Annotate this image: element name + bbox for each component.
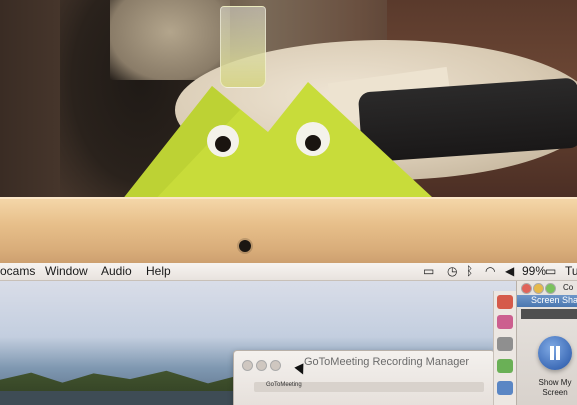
wifi-icon[interactable]: ◠	[485, 264, 495, 278]
airplay-icon[interactable]: ▭	[423, 264, 434, 278]
panel-title-partial: Co	[563, 283, 574, 292]
webcam-button-icon[interactable]	[497, 337, 513, 351]
window-title: GoToMeeting Recording Manager	[304, 356, 470, 368]
mic-icon[interactable]	[497, 315, 513, 329]
gotomeeting-sidebar	[493, 291, 516, 405]
menu-item-help[interactable]: Help	[146, 264, 171, 278]
paper-frog	[118, 82, 432, 205]
menu-item-window[interactable]: Window	[45, 264, 88, 278]
pause-icon-bar-left	[550, 346, 554, 360]
volume-icon[interactable]: ◀	[505, 264, 514, 278]
laptop-bezel	[0, 197, 577, 271]
panel-strip	[521, 309, 577, 319]
laptop-screen: ocams Window Audio Help ▭ ◷ ᛒ ◠ ◀ 99% ▭ …	[0, 263, 577, 405]
webcam-icon	[239, 240, 251, 252]
close-button[interactable]	[242, 360, 253, 371]
battery-level[interactable]: 99%	[522, 264, 546, 278]
chat-icon[interactable]	[497, 359, 513, 373]
clock[interactable]: Tu	[565, 264, 577, 278]
panel-minimize-button[interactable]	[533, 283, 544, 294]
info-icon[interactable]	[497, 381, 513, 395]
menu-bar: ocams Window Audio Help ▭ ◷ ᛒ ◠ ◀ 99% ▭ …	[0, 263, 577, 281]
panel-zoom-button[interactable]	[545, 283, 556, 294]
pause-button[interactable]	[538, 336, 572, 370]
panel-title: Screen Sharin	[531, 295, 577, 305]
recording-manager-window[interactable]: GoToMeeting Recording Manager GoToMeetin…	[233, 350, 495, 405]
battery-icon[interactable]: ▭	[545, 264, 556, 278]
zoom-button[interactable]	[270, 360, 281, 371]
right-pupil	[305, 135, 321, 151]
screen-sharing-panel: Co Screen Sharin Show My Screen	[516, 281, 577, 405]
bluetooth-icon[interactable]: ᛒ	[466, 264, 473, 278]
pause-icon-bar-right	[556, 346, 560, 360]
time-machine-icon[interactable]: ◷	[447, 264, 457, 278]
left-pupil	[215, 136, 231, 152]
show-my-screen-label: Show My Screen	[538, 378, 572, 397]
menu-item-app[interactable]: ocams	[0, 264, 35, 278]
menu-item-audio[interactable]: Audio	[101, 264, 132, 278]
minimize-button[interactable]	[256, 360, 267, 371]
window-toolbar-label: GoToMeeting	[266, 382, 302, 388]
webcam-scene: ocams Window Audio Help ▭ ◷ ᛒ ◠ ◀ 99% ▭ …	[0, 0, 577, 405]
record-icon[interactable]	[497, 295, 513, 309]
panel-close-button[interactable]	[521, 283, 532, 294]
panel-header: Screen Sharin	[517, 295, 577, 307]
